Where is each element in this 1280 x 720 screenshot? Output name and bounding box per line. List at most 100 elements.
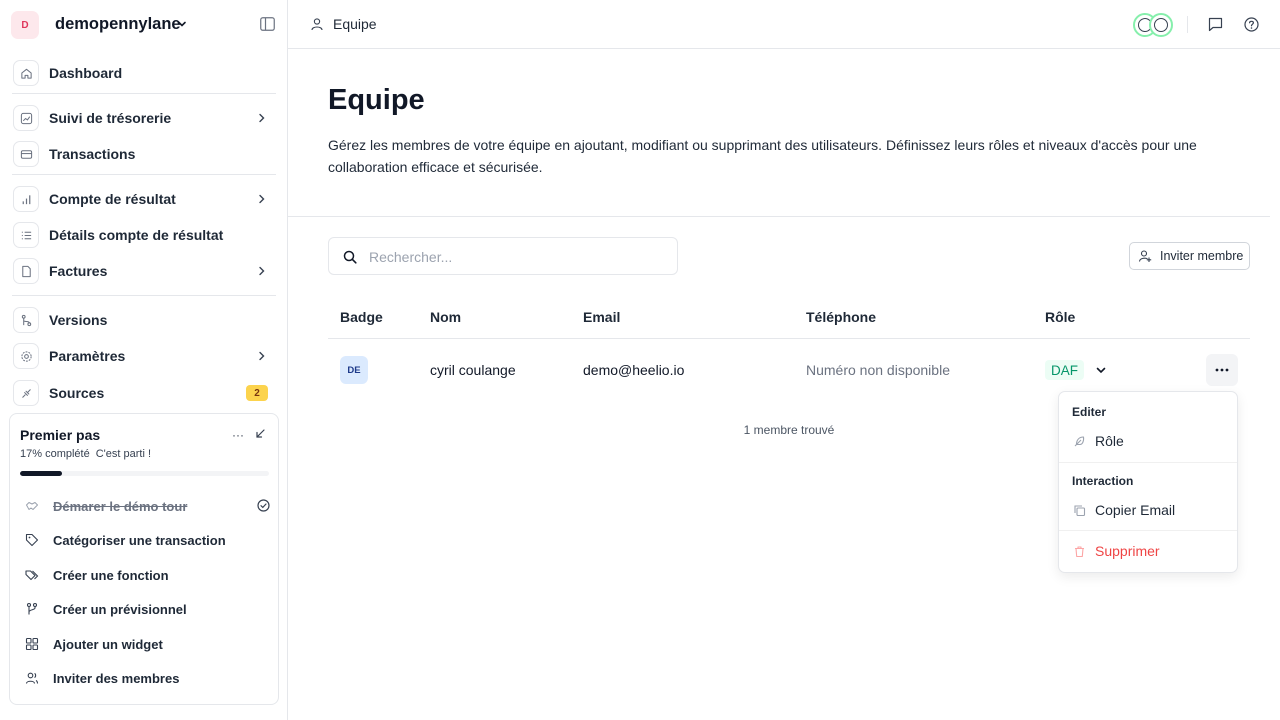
- help-icon[interactable]: [1244, 17, 1259, 32]
- topbar: Equipe: [288, 0, 1280, 49]
- task-creer-previsionnel[interactable]: Créer un prévisionnel: [20, 594, 270, 624]
- feather-icon: [1074, 435, 1085, 446]
- copy-icon: [1074, 504, 1086, 516]
- task-label: Créer une fonction: [53, 567, 169, 583]
- workspace-switcher[interactable]: D demopennylane: [0, 0, 287, 49]
- menu-item-label: Supprimer: [1095, 543, 1160, 559]
- bar-chart-icon: [13, 186, 39, 212]
- invite-member-button[interactable]: Inviter membre: [1129, 242, 1250, 270]
- chevron-down-icon[interactable]: [1095, 364, 1107, 376]
- topbar-divider: [1187, 16, 1188, 33]
- avatar-face-icon: [1154, 18, 1168, 32]
- sidebar-divider: [12, 295, 276, 296]
- sidebar-item-compte-resultat[interactable]: Compte de résultat: [12, 183, 276, 215]
- row-actions-button[interactable]: [1206, 354, 1238, 386]
- sidebar-item-transactions[interactable]: Transactions: [12, 138, 276, 170]
- menu-item-label: Rôle: [1095, 433, 1124, 449]
- page-title: Equipe: [328, 84, 425, 116]
- collapse-icon[interactable]: [254, 428, 266, 440]
- task-creer-fonction[interactable]: Créer une fonction: [20, 560, 270, 590]
- invite-button-label: Inviter membre: [1160, 249, 1244, 263]
- table-divider: [328, 338, 1250, 339]
- task-ajouter-widget[interactable]: Ajouter un widget: [20, 629, 270, 659]
- trash-icon: [1075, 545, 1084, 557]
- handshake-icon: [20, 494, 44, 518]
- avatar[interactable]: [1149, 13, 1173, 37]
- workspace-name[interactable]: demopennylane: [55, 15, 181, 34]
- search-box[interactable]: [328, 237, 678, 275]
- task-label: Créer un prévisionnel: [53, 601, 187, 617]
- search-input[interactable]: [369, 247, 659, 267]
- progress-cta: C'est parti !: [95, 448, 152, 460]
- sidebar-item-versions[interactable]: Versions: [12, 304, 276, 336]
- grid-icon: [20, 632, 44, 656]
- member-email: demo@heelio.io: [583, 362, 685, 378]
- sidebar-item-label: Compte de résultat: [49, 191, 176, 207]
- sidebar-item-suivi-tresorerie[interactable]: Suivi de trésorerie: [12, 102, 276, 134]
- message-icon[interactable]: [1208, 17, 1223, 32]
- member-badge: DE: [340, 356, 368, 384]
- users-icon: [20, 666, 44, 690]
- onboarding-title: Premier pas: [20, 427, 101, 443]
- user-icon: [311, 18, 323, 31]
- sidebar-item-factures[interactable]: Factures: [12, 255, 276, 287]
- member-phone: Numéro non disponible: [806, 362, 950, 378]
- sidebar-item-details-compte-resultat[interactable]: Détails compte de résultat: [12, 219, 276, 251]
- chevron-right-icon: [259, 266, 265, 276]
- role-badge[interactable]: DAF: [1045, 360, 1084, 380]
- sidebar-item-label: Dashboard: [49, 65, 123, 81]
- task-demo-tour[interactable]: Démarer le démo tour: [20, 491, 270, 521]
- sidebar-divider: [12, 174, 276, 175]
- more-options-icon[interactable]: ···: [232, 428, 244, 442]
- menu-item-copy-email[interactable]: Copier Email: [1065, 496, 1231, 524]
- sidebar: D demopennylane Dashboard Suivi de tréso…: [0, 0, 288, 720]
- avatar-group[interactable]: [1133, 13, 1175, 37]
- git-branch-icon: [13, 307, 39, 333]
- sidebar-item-label: Factures: [49, 263, 108, 279]
- row-actions-menu: Editer Rôle Interaction Copier Email Sup…: [1058, 391, 1238, 573]
- progress-label: 17% complété: [20, 448, 90, 460]
- column-header-nom: Nom: [430, 309, 462, 325]
- home-icon: [13, 60, 39, 86]
- column-header-telephone: Téléphone: [806, 309, 877, 325]
- sidebar-item-label: Versions: [49, 312, 108, 328]
- menu-item-label: Copier Email: [1095, 502, 1176, 518]
- credit-card-icon: [13, 141, 39, 167]
- sidebar-item-sources[interactable]: Sources 2: [12, 377, 276, 409]
- sidebar-item-parametres[interactable]: Paramètres: [12, 340, 276, 372]
- chevron-down-icon[interactable]: [177, 19, 187, 29]
- menu-divider: [1059, 530, 1237, 531]
- sidebar-item-dashboard[interactable]: Dashboard: [12, 57, 276, 89]
- sidebar-item-label: Paramètres: [49, 348, 126, 364]
- task-categoriser-transaction[interactable]: Catégoriser une transaction: [20, 525, 270, 555]
- chart-line-icon: [13, 105, 39, 131]
- gear-icon: [13, 343, 39, 369]
- sidebar-divider: [12, 93, 276, 94]
- task-label: Catégoriser une transaction: [53, 532, 226, 548]
- workspace-avatar: D: [11, 11, 39, 39]
- onboarding-progress-fill: [20, 471, 63, 476]
- menu-item-delete[interactable]: Supprimer: [1065, 537, 1231, 565]
- sidebar-item-label: Transactions: [49, 146, 136, 162]
- task-label: Ajouter un widget: [53, 636, 163, 652]
- column-header-email: Email: [583, 309, 621, 325]
- file-icon: [13, 258, 39, 284]
- tags-icon: [20, 563, 44, 587]
- task-label: Démarer le démo tour: [53, 498, 188, 514]
- check-circle-icon: [257, 499, 270, 512]
- plug-icon: [13, 380, 39, 406]
- onboarding-progress-bar: [20, 471, 269, 476]
- sidebar-toggle-icon[interactable]: [260, 17, 275, 31]
- section-divider: [288, 216, 1270, 217]
- page-description: Gérez les membres de votre équipe en ajo…: [328, 137, 1197, 175]
- task-label: Inviter des membres: [53, 670, 180, 686]
- git-branch-icon: [20, 597, 44, 621]
- tag-icon: [20, 528, 44, 552]
- onboarding-card: Premier pas ··· 17% complété C'est parti …: [9, 413, 279, 705]
- menu-item-role[interactable]: Rôle: [1065, 427, 1231, 455]
- menu-divider: [1059, 462, 1237, 463]
- task-inviter-membres[interactable]: Inviter des membres: [20, 663, 270, 693]
- more-horizontal-icon: [1215, 368, 1229, 372]
- chevron-right-icon: [259, 113, 265, 123]
- list-icon: [13, 222, 39, 248]
